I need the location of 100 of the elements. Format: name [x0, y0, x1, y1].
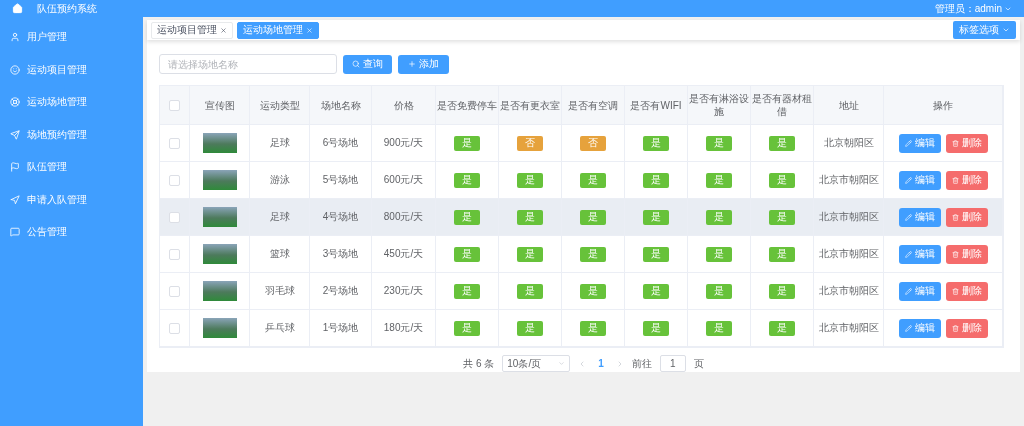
search-field[interactable]: 请选择场地名称 — [159, 54, 337, 74]
total-count: 共 6 条 — [463, 356, 495, 371]
search-icon — [352, 60, 360, 68]
paper-plane-icon — [10, 129, 20, 140]
sidebar-item[interactable]: 用户管理 — [0, 21, 143, 54]
sidebar-item[interactable]: 场地预约管理 — [0, 118, 143, 151]
sidebar-item[interactable]: 公告管理 — [0, 216, 143, 249]
add-button[interactable]: 添加 — [398, 54, 449, 74]
table-row[interactable]: 游泳 5号场地 600元/天 是 是 是 是 是 是 北京市朝阳区 编辑 删除 — [160, 162, 1003, 199]
status-tag: 是 — [580, 172, 606, 188]
table-cell: 4号场地 — [322, 210, 359, 224]
delete-button[interactable]: 删除 — [945, 244, 988, 264]
app-title: 队伍预约系统 — [37, 1, 97, 16]
column-header: 是否有淋浴设施 — [688, 86, 751, 125]
column-header: 是否免费停车 — [436, 86, 499, 125]
status-tag: 是 — [454, 172, 480, 188]
column-header: 是否有器材租借 — [751, 86, 814, 125]
status-tag: 是 — [643, 135, 669, 151]
page-number[interactable]: 1 — [594, 358, 608, 369]
delete-button[interactable]: 删除 — [945, 170, 988, 190]
sidebar-item[interactable]: 运动项目管理 — [0, 53, 143, 86]
edit-button[interactable]: 编辑 — [898, 133, 941, 153]
table-cell: 600元/天 — [383, 173, 424, 187]
trash-icon — [951, 213, 959, 221]
edit-icon — [904, 250, 912, 258]
status-tag: 是 — [517, 172, 543, 188]
user-menu[interactable]: 管理员：admin — [934, 1, 1012, 16]
column-header: 是否有空调 — [562, 86, 625, 125]
edit-button[interactable]: 编辑 — [898, 207, 941, 227]
checkbox[interactable] — [169, 137, 180, 149]
smiley-icon — [10, 64, 20, 75]
table-cell: 北京市朝阳区 — [818, 321, 879, 335]
edit-button[interactable]: 编辑 — [898, 244, 941, 264]
close-icon[interactable] — [220, 26, 227, 34]
checkbox[interactable] — [169, 99, 180, 111]
delete-button[interactable]: 删除 — [945, 318, 988, 338]
edit-icon — [904, 176, 912, 184]
goto-page-field[interactable]: 1 — [659, 355, 686, 372]
delete-button[interactable]: 删除 — [945, 281, 988, 301]
status-tag: 是 — [454, 209, 480, 225]
checkbox[interactable] — [169, 211, 180, 223]
status-tag: 是 — [517, 246, 543, 262]
edit-button[interactable]: 编辑 — [898, 281, 941, 301]
checkbox[interactable] — [169, 285, 180, 297]
column-header: 场地名称 — [310, 86, 372, 125]
status-tag: 是 — [706, 283, 732, 299]
message-icon — [10, 227, 20, 238]
delete-button[interactable]: 删除 — [945, 133, 988, 153]
query-button[interactable]: 查询 — [343, 54, 392, 74]
table-row[interactable]: 篮球 3号场地 450元/天 是 是 是 是 是 是 北京市朝阳区 编辑 删除 — [160, 236, 1003, 273]
table-cell: 北京市朝阳区 — [818, 284, 879, 298]
table-row[interactable]: 羽毛球 2号场地 230元/天 是 是 是 是 是 是 北京市朝阳区 编辑 删除 — [160, 273, 1003, 310]
edit-button[interactable]: 编辑 — [898, 318, 941, 338]
table-cell: 5号场地 — [322, 173, 359, 187]
caret-icon — [1002, 26, 1010, 34]
status-tag: 是 — [454, 283, 480, 299]
status-tag: 是 — [769, 209, 795, 225]
table-row[interactable]: 足球 4号场地 800元/天 是 是 是 是 是 是 北京市朝阳区 编辑 删除 — [160, 199, 1003, 236]
tab[interactable]: 运动项目管理 — [151, 21, 233, 39]
sidebar-item[interactable]: 运动场地管理 — [0, 86, 143, 119]
checkbox[interactable] — [169, 248, 180, 260]
delete-button[interactable]: 删除 — [945, 207, 988, 227]
status-tag: 是 — [706, 135, 732, 151]
status-tag: 是 — [643, 283, 669, 299]
table-row[interactable]: 足球 6号场地 900元/天 是 否 否 是 是 是 北京朝阳区 编辑 删除 — [160, 125, 1003, 162]
status-tag: 是 — [769, 246, 795, 262]
status-tag: 是 — [454, 135, 480, 151]
table-cell: 180元/天 — [383, 321, 424, 335]
checkbox[interactable] — [169, 322, 180, 334]
status-tag: 是 — [769, 135, 795, 151]
edit-button[interactable]: 编辑 — [898, 170, 941, 190]
edit-icon — [904, 287, 912, 295]
photo-placeholder — [202, 281, 237, 301]
table-cell: 北京市朝阳区 — [818, 173, 879, 187]
status-tag: 是 — [517, 320, 543, 336]
sidebar-item[interactable]: 队伍管理 — [0, 151, 143, 184]
home-icon[interactable] — [12, 3, 23, 14]
sidebar-item[interactable]: 申请入队管理 — [0, 183, 143, 216]
column-header: 是否有更衣室 — [499, 86, 562, 125]
column-header: 宣传图 — [190, 86, 250, 125]
tab[interactable]: 运动场地管理 — [237, 21, 319, 39]
edit-icon — [904, 324, 912, 332]
table-cell: 2号场地 — [322, 284, 359, 298]
table-cell: 羽毛球 — [264, 284, 295, 298]
status-tag: 是 — [706, 209, 732, 225]
table-cell: 篮球 — [269, 247, 290, 261]
page-suffix: 页 — [693, 356, 704, 371]
checkbox[interactable] — [169, 174, 180, 186]
table-cell: 1号场地 — [322, 321, 359, 335]
flag-icon — [10, 162, 20, 173]
caret-icon — [558, 360, 566, 367]
status-tag: 否 — [580, 135, 606, 151]
table-row[interactable]: 乒乓球 1号场地 180元/天 是 是 是 是 是 是 北京市朝阳区 编辑 删除 — [160, 310, 1003, 347]
page-size-select[interactable]: 10条/页 — [502, 355, 571, 372]
status-tag: 否 — [517, 135, 543, 151]
column-header: 价格 — [372, 86, 436, 125]
table-cell: 游泳 — [269, 173, 290, 187]
tab-options-button[interactable]: 标签选项 — [953, 21, 1016, 39]
trash-icon — [951, 176, 959, 184]
status-tag: 是 — [706, 320, 732, 336]
